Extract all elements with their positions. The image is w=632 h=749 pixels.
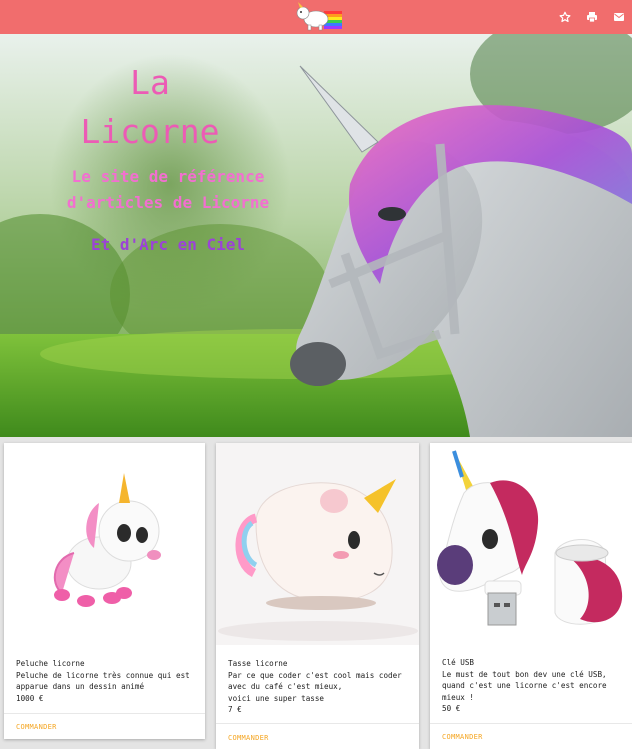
- product-card-plush: Peluche licorne Peluche de licorne très …: [4, 443, 205, 739]
- product-card-usb: Clé USB Le must de tout bon dev une clé …: [430, 443, 632, 749]
- hero-title-line1: La: [130, 63, 170, 102]
- hero-subtitle-line2: d'articles de Licorne: [66, 193, 270, 212]
- product-price: 7 €: [228, 705, 242, 714]
- order-button[interactable]: COMMANDER: [16, 723, 57, 731]
- order-button[interactable]: COMMANDER: [228, 734, 269, 742]
- product-name: Clé USB: [442, 658, 475, 667]
- product-image-mug: [216, 443, 419, 645]
- product-info-plush: Peluche licorne Peluche de licorne très …: [16, 658, 197, 704]
- product-info-usb: Clé USB Le must de tout bon dev une clé …: [442, 657, 624, 715]
- top-app-bar: [0, 0, 632, 34]
- card-divider: [216, 723, 419, 724]
- product-card-mug: Tasse licorne Par ce que coder c'est coo…: [216, 443, 419, 749]
- product-description: Peluche de licorne très connue qui est a…: [16, 670, 195, 692]
- rainbow-unicorn-logo-icon[interactable]: [290, 2, 346, 32]
- hero-title-line2: Licorne: [80, 112, 220, 151]
- hero-banner: La Licorne Le site de référence d'articl…: [0, 34, 632, 437]
- product-description-line1: Par ce que coder c'est cool mais coder a…: [228, 670, 407, 692]
- product-name: Peluche licorne: [16, 659, 85, 668]
- product-description: Le must de tout bon dev une clé USB, qua…: [442, 669, 612, 702]
- mail-icon[interactable]: [605, 0, 632, 34]
- hero-tagline: Et d'Arc en Ciel: [90, 235, 246, 254]
- product-price: 50 €: [442, 704, 461, 713]
- product-description-line2: voici une super tasse: [228, 693, 325, 703]
- hero-subtitle: Le site de référence d'articles de Licor…: [18, 164, 318, 216]
- print-icon[interactable]: [578, 0, 605, 34]
- card-divider: [430, 723, 632, 724]
- star-icon[interactable]: [551, 0, 578, 34]
- product-info-mug: Tasse licorne Par ce que coder c'est coo…: [228, 658, 411, 716]
- product-name: Tasse licorne: [228, 659, 288, 668]
- order-button[interactable]: COMMANDER: [442, 733, 483, 741]
- card-divider: [4, 713, 205, 714]
- hero-title: La Licorne: [30, 58, 270, 156]
- hero-subtitle-line1: Le site de référence: [71, 167, 265, 186]
- product-image-usb: [430, 443, 632, 645]
- product-price: 1000 €: [16, 693, 44, 703]
- product-image-plush: [4, 443, 205, 653]
